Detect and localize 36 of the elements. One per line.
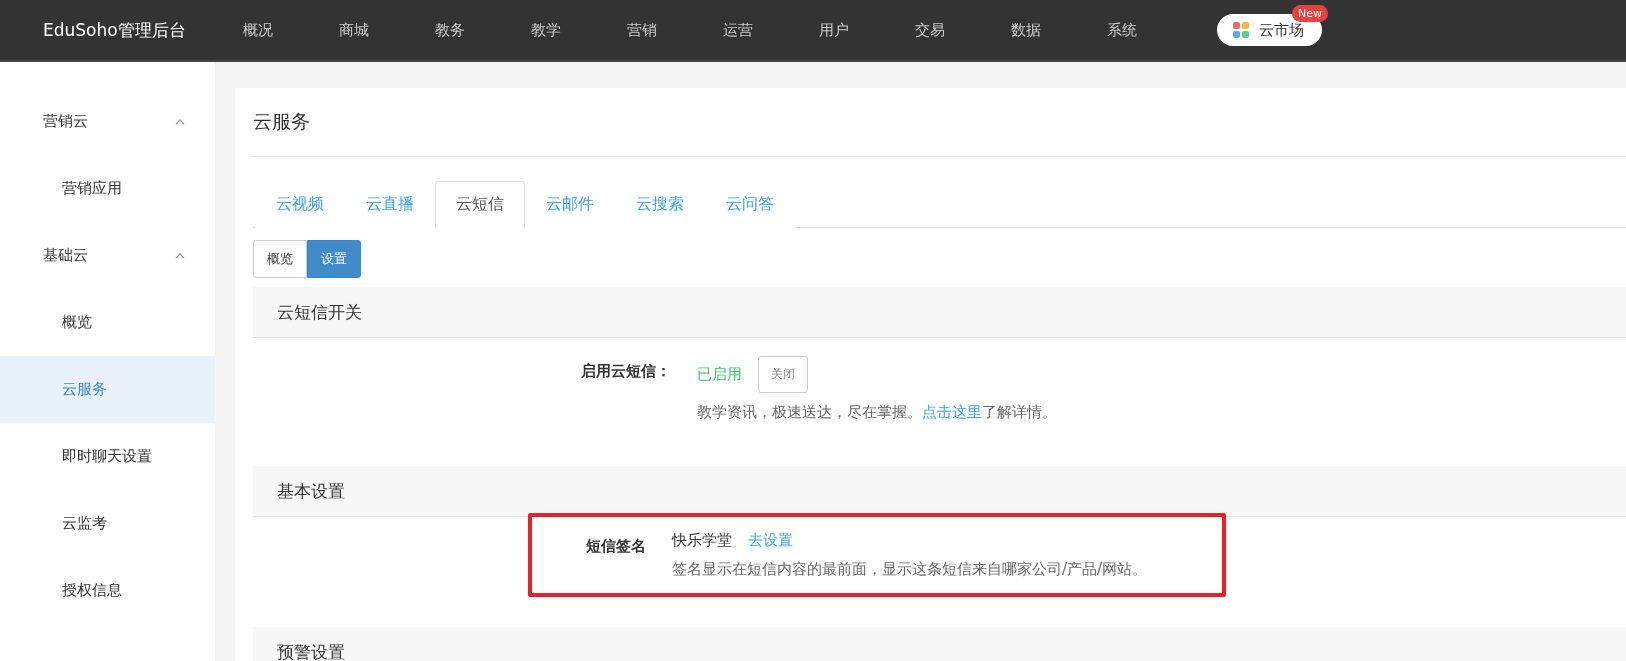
nav-item[interactable]: 交易	[915, 20, 1011, 40]
chevron-up-icon	[175, 252, 185, 259]
nav-item[interactable]: 运营	[723, 20, 819, 40]
field-label: 启用云短信：	[580, 361, 672, 382]
nav-item[interactable]: 系统	[1107, 20, 1203, 40]
nav-item[interactable]: 商城	[339, 20, 435, 40]
segment-button[interactable]: 概览	[253, 240, 307, 278]
close-button[interactable]: 关闭	[758, 356, 808, 393]
nav-item[interactable]: 营销	[627, 20, 723, 40]
segment-button[interactable]: 设置	[307, 240, 361, 278]
new-badge: New	[1292, 5, 1328, 22]
page-title: 云服务	[253, 88, 1626, 157]
sidebar-item[interactable]: 授权信息	[0, 557, 215, 624]
sidebar-item[interactable]: 云监考	[0, 490, 215, 557]
nav-item[interactable]: 教学	[531, 20, 627, 40]
sidebar-item[interactable]: 概览	[0, 289, 215, 356]
sidebar-item[interactable]: 即时聊天设置	[0, 423, 215, 490]
section-header: 基本设置	[253, 466, 1626, 517]
nav-item[interactable]: 数据	[1011, 20, 1107, 40]
section-header: 云短信开关	[253, 287, 1626, 338]
help-text: 签名显示在短信内容的最前面，显示这条短信来自哪家公司/产品/网站。	[672, 560, 1148, 579]
help-text: 教学资讯，极速送达，尽在掌握。点击这里了解详情。	[697, 403, 1057, 422]
status-text: 已启用	[697, 365, 742, 384]
sidebar-item[interactable]: 营销应用	[0, 155, 215, 222]
nav-item[interactable]: 概况	[243, 20, 339, 40]
nav-item[interactable]: 用户	[819, 20, 915, 40]
field-label: 短信签名	[585, 536, 647, 557]
tab[interactable]: 云短信	[435, 181, 525, 228]
section-header: 预警设置	[253, 627, 1626, 661]
chevron-up-icon	[175, 118, 185, 125]
nav-item[interactable]: 教务	[435, 20, 531, 40]
sidebar-group[interactable]: 营销云	[0, 88, 215, 155]
brand-title: EduSoho管理后台	[43, 18, 187, 42]
grid-icon	[1233, 22, 1249, 38]
signature-value: 快乐学堂	[672, 531, 732, 550]
sidebar-group[interactable]: 基础云	[0, 222, 215, 289]
